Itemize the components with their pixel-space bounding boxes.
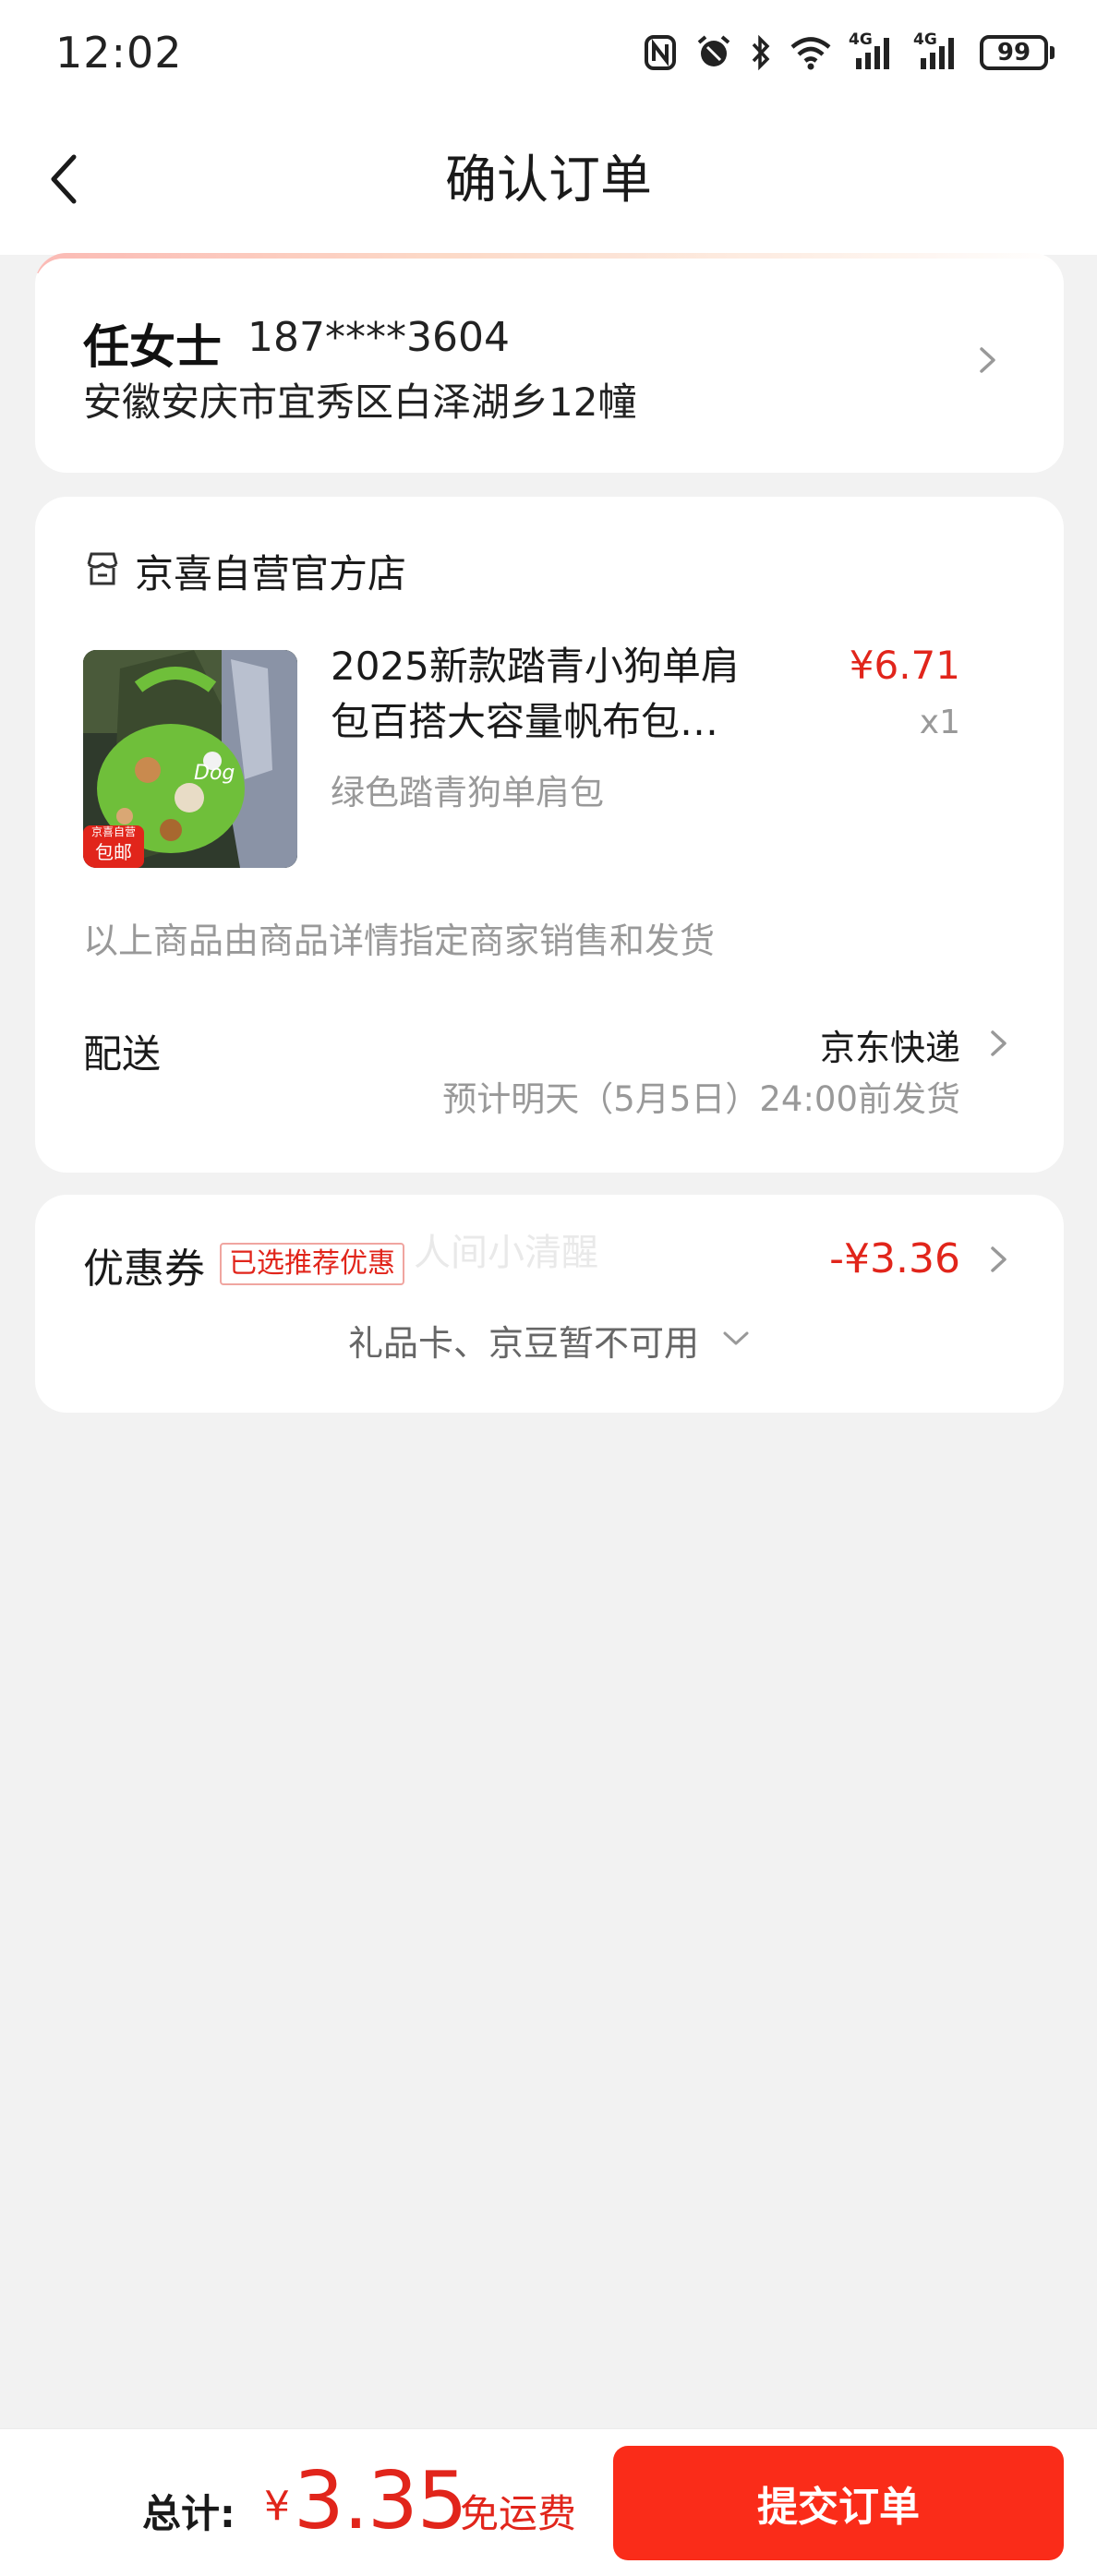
chevron-right-icon — [977, 342, 999, 379]
bluetooth-icon — [751, 34, 771, 71]
alarm-icon — [695, 34, 732, 71]
total-label: 总计: — [142, 2491, 235, 2536]
page-title: 确认订单 — [445, 150, 652, 211]
shipping-eta: 预计明天（5月5日）24:00前发货 — [442, 1079, 960, 1119]
status-time: 12:02 — [55, 28, 183, 78]
nfc-icon — [644, 34, 677, 71]
status-bar: 12:02 4G 4G 99 — [0, 0, 1097, 107]
chevron-right-icon[interactable] — [988, 1241, 1010, 1278]
order-card: 京喜自营官方店 Dog 京喜自营 包邮 2025新款踏青小狗单肩包百搭大容量帆布… — [35, 497, 1064, 1173]
store-row[interactable]: 京喜自营官方店 — [83, 545, 406, 596]
wifi-icon — [790, 35, 832, 70]
shipping-method[interactable]: 京东快递 — [820, 1019, 960, 1070]
address-card[interactable]: 任女士 187****3604 安徽安庆市宜秀区白泽湖乡12幢 — [35, 253, 1064, 473]
free-shipping-label: 免运费 — [460, 2491, 577, 2536]
giftcard-note: 礼品卡、京豆暂不可用 — [347, 1323, 699, 1364]
coupon-badge: 已选推荐优惠 — [220, 1243, 404, 1285]
total-amount: 3.35 — [294, 2455, 467, 2547]
recipient-phone: 187****3604 — [247, 314, 510, 361]
recipient-name: 任女士 — [83, 320, 222, 374]
chevron-right-icon[interactable] — [988, 1025, 1010, 1062]
status-icons: 4G 4G 99 — [644, 28, 1055, 78]
shipping-label: 配送 — [83, 1031, 162, 1077]
total-currency: ¥ — [264, 2483, 290, 2530]
address-card-gradient — [35, 253, 1064, 286]
product-price: ¥6.71 — [849, 643, 960, 688]
product-image[interactable]: Dog 京喜自营 包邮 — [83, 650, 297, 868]
watermark: 人间小清醒 — [414, 1232, 598, 1274]
product-title[interactable]: 2025新款踏青小狗单肩包百搭大容量帆布包… — [331, 639, 774, 750]
store-icon — [83, 549, 122, 592]
signal-icon: 4G — [913, 30, 961, 71]
coupon-amount[interactable]: -¥3.36 — [829, 1235, 960, 1282]
chevron-down-icon — [721, 1330, 751, 1352]
product-badge-bottom: 包邮 — [95, 841, 132, 863]
battery-level: 99 — [980, 35, 1048, 70]
confirm-order-page: 12:02 4G 4G 99 确认订单 任女士 187****3604 安徽安庆… — [0, 0, 1097, 2576]
giftcard-row[interactable]: 礼品卡、京豆暂不可用 — [35, 1315, 1064, 1366]
coupon-label: 优惠券 — [83, 1246, 205, 1293]
product-quantity: x1 — [919, 704, 960, 741]
seller-note: 以上商品由商品详情指定商家销售和发货 — [83, 921, 716, 961]
product-spec: 绿色踏青狗单肩包 — [331, 773, 604, 813]
signal-icon: 4G — [849, 30, 897, 71]
coupon-card: 优惠券 已选推荐优惠 人间小清醒 -¥3.36 礼品卡、京豆暂不可用 — [35, 1195, 1064, 1413]
bottom-bar: 总计: ¥ 3.35 免运费 提交订单 — [0, 2428, 1097, 2576]
svg-text:Dog: Dog — [194, 762, 235, 785]
submit-order-button[interactable]: 提交订单 — [613, 2446, 1064, 2560]
battery-icon: 99 — [980, 35, 1055, 70]
address-detail: 安徽安庆市宜秀区白泽湖乡12幢 — [83, 379, 637, 425]
nav-bar: 确认订单 — [0, 107, 1097, 255]
store-name: 京喜自营官方店 — [135, 550, 407, 596]
product-badge-top: 京喜自营 — [90, 825, 136, 838]
